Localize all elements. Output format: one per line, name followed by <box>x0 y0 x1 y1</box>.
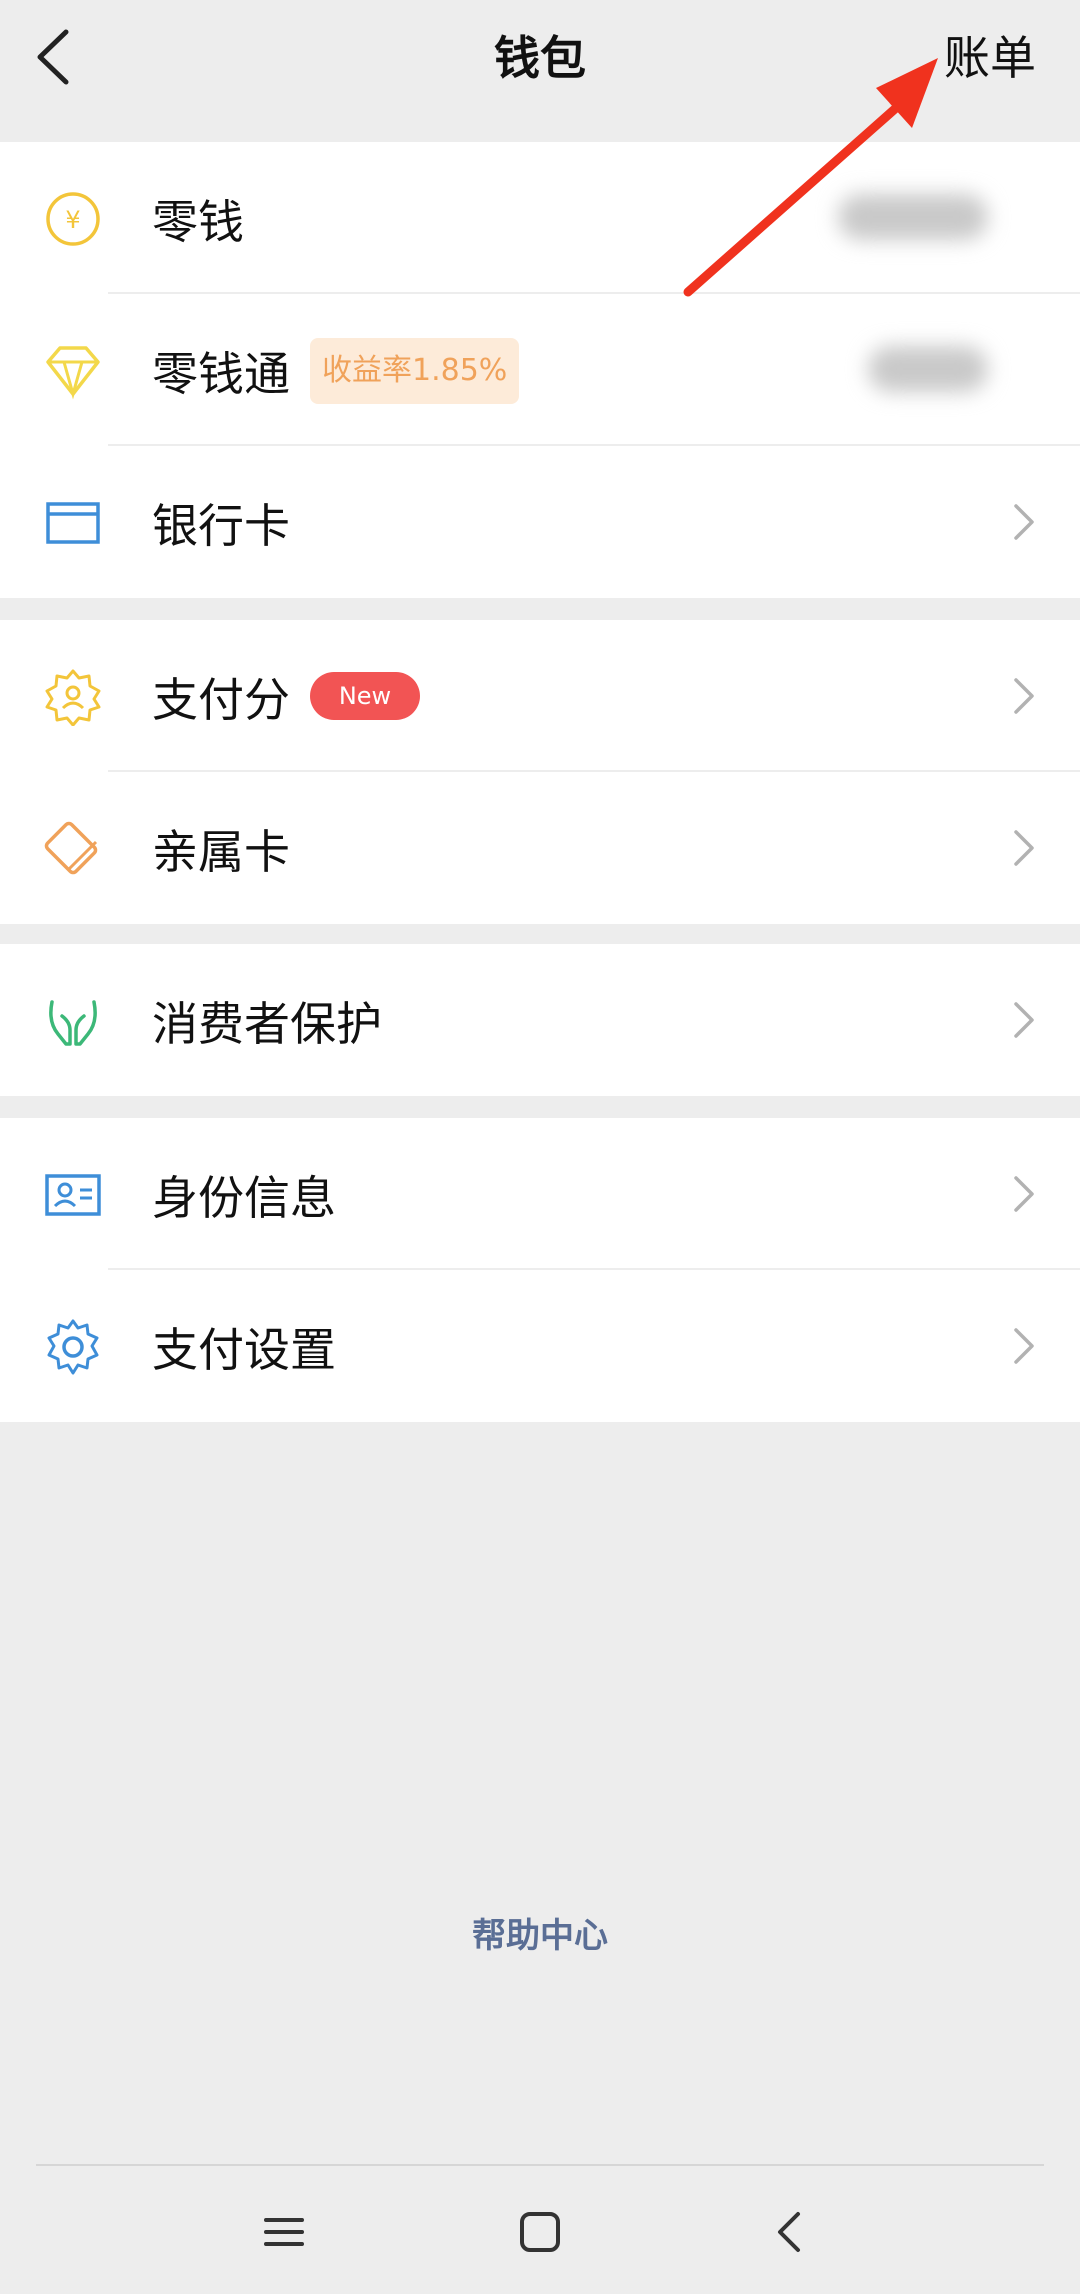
help-center-link[interactable]: 帮助中心 <box>0 1908 1080 1957</box>
list-item-consumer-protection[interactable]: 消费者保护 <box>0 944 1080 1096</box>
lingqiantong-amount-hidden <box>868 346 988 392</box>
list-item-identity-info[interactable]: 身份信息 <box>0 1118 1080 1270</box>
back-icon[interactable] <box>766 2208 814 2256</box>
chevron-right-icon <box>1014 830 1034 866</box>
header-bar: 钱包 账单 <box>0 0 1080 142</box>
list-item-bank-card[interactable]: 银行卡 <box>0 446 1080 598</box>
chevron-right-icon <box>1014 1328 1034 1364</box>
bill-button[interactable]: 账单 <box>944 22 1036 88</box>
list-item-payment-settings[interactable]: 支付设置 <box>0 1270 1080 1422</box>
system-nav-bar <box>0 2166 1080 2294</box>
diamond-icon <box>46 346 100 400</box>
gear-icon <box>47 1319 99 1375</box>
chevron-right-icon <box>1014 678 1034 714</box>
list-item-label: 身份信息 <box>152 1171 336 1225</box>
wallet-group-services: 支付分 New 亲属卡 <box>0 620 1080 924</box>
svg-text:¥: ¥ <box>65 206 80 234</box>
list-item-family-card[interactable]: 亲属卡 <box>0 772 1080 924</box>
wallet-group-protection: 消费者保护 <box>0 944 1080 1096</box>
list-item-label: 亲属卡 <box>152 825 290 879</box>
list-item-pay-score[interactable]: 支付分 New <box>0 620 1080 772</box>
hands-protect-icon <box>49 1000 97 1046</box>
menu-icon[interactable] <box>260 2208 308 2256</box>
balance-amount-hidden <box>838 194 988 240</box>
list-item-label: 零钱 <box>152 195 244 249</box>
id-card-icon <box>45 1174 101 1216</box>
list-item-lingqiantong[interactable]: 零钱通 收益率1.85% <box>0 294 1080 446</box>
list-item-label: 零钱通 <box>152 347 290 401</box>
list-item-label: 支付设置 <box>152 1323 336 1377</box>
home-icon[interactable] <box>516 2208 564 2256</box>
yuan-coin-icon: ¥ <box>46 192 100 246</box>
chevron-right-icon <box>1014 504 1034 540</box>
new-badge: New <box>310 672 420 720</box>
pay-score-icon <box>45 669 101 726</box>
wallet-group-balance: ¥ 零钱 零钱通 收益率1.85% 银行卡 <box>0 142 1080 598</box>
page-title: 钱包 <box>494 31 586 85</box>
family-card-icon <box>44 821 98 875</box>
list-item-label: 银行卡 <box>152 499 290 553</box>
yield-rate-badge: 收益率1.85% <box>310 338 520 404</box>
chevron-right-icon <box>1014 1002 1034 1038</box>
list-item-change[interactable]: ¥ 零钱 <box>0 142 1080 294</box>
list-item-label: 支付分 <box>152 673 290 727</box>
chevron-right-icon <box>1014 1176 1034 1212</box>
list-item-label: 消费者保护 <box>152 997 382 1051</box>
bank-card-icon <box>46 502 100 544</box>
wallet-group-settings: 身份信息 支付设置 <box>0 1118 1080 1422</box>
